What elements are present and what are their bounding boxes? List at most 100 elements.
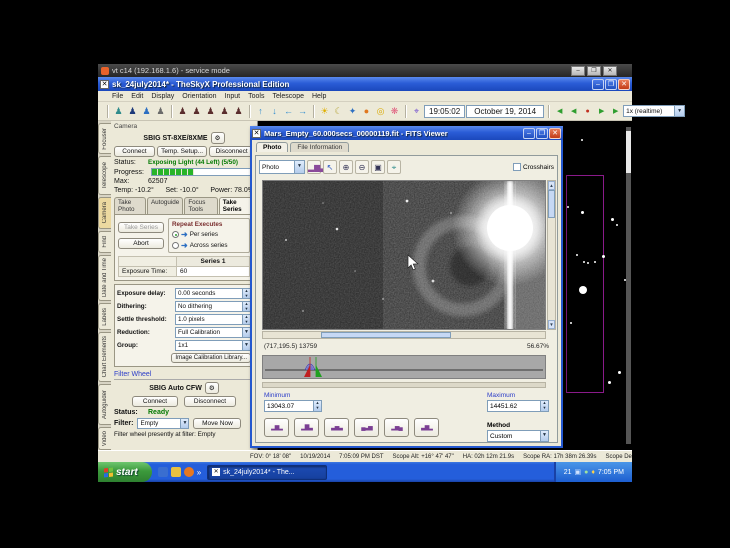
pan-down-icon[interactable]: ↓ bbox=[268, 105, 281, 118]
histogram-scrollbar[interactable] bbox=[262, 382, 546, 388]
stretch-preset-6-button[interactable]: ▃▆▂ bbox=[414, 418, 439, 437]
histogram-icon[interactable]: ▂▆▃ bbox=[307, 160, 321, 174]
spinner-icon[interactable]: ▲▼ bbox=[540, 401, 548, 411]
telescope-crosshair-icon[interactable]: ⌖ bbox=[410, 105, 423, 118]
time-step-forward-icon[interactable]: ▶ bbox=[595, 105, 608, 118]
dock-tab-chart-elements[interactable]: Chart Elements bbox=[98, 332, 111, 382]
quick-launch-folder-icon[interactable] bbox=[171, 467, 181, 477]
time-stop-icon[interactable]: ● bbox=[581, 105, 594, 118]
orbit-icon[interactable]: ◎ bbox=[374, 105, 387, 118]
stretch-preset-2-button[interactable]: ▂▇▃ bbox=[294, 418, 319, 437]
pan-right-icon[interactable]: → bbox=[296, 105, 309, 118]
spinner-icon[interactable]: ▲▼ bbox=[242, 315, 250, 324]
theskyx-close-button[interactable]: ✕ bbox=[618, 79, 630, 90]
pan-up-icon[interactable]: ↑ bbox=[254, 105, 267, 118]
radio-across-series[interactable]: ➜ Across series bbox=[172, 241, 246, 250]
look-north-icon[interactable]: ♟ bbox=[176, 105, 189, 118]
fits-tab-photo[interactable]: Photo bbox=[256, 142, 288, 152]
menu-file[interactable]: File bbox=[112, 93, 123, 100]
pan-left-icon[interactable]: ← bbox=[282, 105, 295, 118]
theskyx-minimize-button[interactable]: – bbox=[592, 79, 604, 90]
camera-tab-autoguide[interactable]: Autoguide bbox=[147, 197, 183, 214]
menu-help[interactable]: Help bbox=[312, 93, 326, 100]
chart-scrollbar-thumb[interactable] bbox=[626, 131, 631, 173]
image-vertical-scrollbar[interactable]: ▲ ▼ bbox=[547, 180, 556, 330]
minimum-field[interactable]: 13043.07 ▲▼ bbox=[264, 400, 322, 412]
image-vscroll-thumb[interactable] bbox=[548, 190, 555, 218]
zoom-in-icon[interactable]: ⊕ bbox=[339, 160, 353, 174]
zoom-finder-icon[interactable]: ♟ bbox=[140, 105, 153, 118]
maximum-field[interactable]: 14451.62 ▲▼ bbox=[487, 400, 549, 412]
fits-minimize-button[interactable]: – bbox=[523, 128, 535, 139]
move-now-button[interactable]: Move Now bbox=[193, 418, 241, 429]
take-series-button[interactable]: Take Series bbox=[118, 222, 164, 233]
clock-date[interactable]: October 19, 2014 bbox=[466, 105, 544, 118]
abort-button[interactable]: Abort bbox=[118, 238, 164, 249]
vnc-maximize-button[interactable]: ❐ bbox=[587, 66, 601, 76]
menu-display[interactable]: Display bbox=[151, 93, 174, 100]
menu-orientation[interactable]: Orientation bbox=[182, 93, 216, 100]
dithering-field[interactable]: No dithering▲▼ bbox=[175, 301, 251, 312]
stretch-preset-5-button[interactable]: ▂▅▄ bbox=[384, 418, 409, 437]
menu-edit[interactable]: Edit bbox=[131, 93, 143, 100]
fits-tab-file-information[interactable]: File Information bbox=[290, 142, 349, 152]
image-horizontal-scrollbar[interactable] bbox=[262, 331, 546, 339]
zoom-out-icon[interactable]: ⊖ bbox=[355, 160, 369, 174]
planet-icon[interactable]: ● bbox=[360, 105, 373, 118]
camera-settings-gear-icon[interactable]: ⚙ bbox=[211, 132, 225, 144]
taskbar-item-theskyx[interactable]: ✕ sk_24july2014* - The... bbox=[207, 465, 327, 480]
moon-icon[interactable]: ☾ bbox=[332, 105, 345, 118]
tray-network-icon[interactable]: ● bbox=[584, 469, 588, 476]
dock-tab-camera[interactable]: Camera bbox=[98, 197, 111, 230]
stretch-preset-4-button[interactable]: ▄▃▅ bbox=[354, 418, 379, 437]
dock-tab-date-and-time[interactable]: Date and Time bbox=[98, 255, 111, 301]
time-step-back-icon[interactable]: ◀ bbox=[567, 105, 580, 118]
clock-time[interactable]: 19:05:02 bbox=[424, 105, 465, 118]
exposure-time-value[interactable]: 60 bbox=[177, 267, 250, 277]
crosshair-tool-icon[interactable]: ⌖ bbox=[387, 160, 401, 174]
quick-launch-app-1-icon[interactable] bbox=[158, 467, 168, 477]
camera-tab-focus-tools[interactable]: Focus Tools bbox=[184, 197, 217, 214]
dock-tab-autoguider[interactable]: Autoguider bbox=[98, 384, 111, 425]
sun-icon[interactable]: ☀ bbox=[318, 105, 331, 118]
camera-temp-setup-button[interactable]: Temp. Setup... bbox=[157, 146, 207, 157]
zoom-naked-eye-icon[interactable]: ♟ bbox=[112, 105, 125, 118]
spinner-icon[interactable]: ▲▼ bbox=[242, 289, 250, 298]
stretch-preset-1-button[interactable]: ▂▆▂ bbox=[264, 418, 289, 437]
camera-tab-take-photo[interactable]: Take Photo bbox=[114, 197, 146, 214]
time-rate-select[interactable]: 1x (realtime) ▼ bbox=[623, 105, 685, 117]
time-play-icon[interactable]: ▶ bbox=[609, 105, 622, 118]
theskyx-maximize-button[interactable]: ❐ bbox=[605, 79, 617, 90]
dock-tab-video[interactable]: Video bbox=[98, 427, 111, 450]
look-east-icon[interactable]: ♟ bbox=[204, 105, 217, 118]
look-zenith-icon[interactable]: ♟ bbox=[232, 105, 245, 118]
scroll-down-icon[interactable]: ▼ bbox=[548, 320, 555, 329]
spinner-icon[interactable]: ▲▼ bbox=[242, 302, 250, 311]
vnc-titlebar[interactable]: vt c14 (192.168.1.6) - service mode – ❐ … bbox=[98, 64, 632, 77]
zoom-fit-icon[interactable]: ▣ bbox=[371, 160, 385, 174]
quick-launch-app-2-icon[interactable] bbox=[184, 467, 194, 477]
camera-tab-take-series[interactable]: Take Series bbox=[219, 197, 253, 214]
tray-clock[interactable]: 7:05 PM bbox=[598, 469, 624, 476]
theskyx-titlebar[interactable]: ✕ sk_24july2014* - TheSkyX Professional … bbox=[98, 77, 632, 91]
group-select[interactable]: 1x1▼ bbox=[175, 340, 251, 351]
filter-select[interactable]: Empty▼ bbox=[137, 418, 189, 429]
camera-disconnect-button[interactable]: Disconnect bbox=[209, 146, 254, 157]
image-hscroll-thumb[interactable] bbox=[321, 332, 451, 338]
fits-maximize-button[interactable]: ❐ bbox=[536, 128, 548, 139]
menu-input[interactable]: Input bbox=[225, 93, 241, 100]
spinner-icon[interactable]: ▲▼ bbox=[313, 401, 321, 411]
stretch-preset-3-button[interactable]: ▃▅▃ bbox=[324, 418, 349, 437]
filter-wheel-disconnect-button[interactable]: Disconnect bbox=[184, 396, 236, 407]
fits-close-button[interactable]: ✕ bbox=[549, 128, 561, 139]
menu-tools[interactable]: Tools bbox=[248, 93, 264, 100]
fits-titlebar[interactable]: ✕ Mars_Empty_60.000secs_00000119.fit - F… bbox=[250, 126, 563, 140]
deep-sky-icon[interactable]: ❋ bbox=[388, 105, 401, 118]
vnc-close-button[interactable]: ✕ bbox=[603, 66, 617, 76]
camera-connect-button[interactable]: Connect bbox=[114, 146, 155, 157]
dock-tab-telescope[interactable]: Telescope bbox=[98, 156, 111, 195]
comet-icon[interactable]: ✦ bbox=[346, 105, 359, 118]
chart-scrollbar[interactable] bbox=[626, 127, 631, 444]
pointer-icon[interactable]: ↖ bbox=[323, 160, 337, 174]
look-south-icon[interactable]: ♟ bbox=[190, 105, 203, 118]
